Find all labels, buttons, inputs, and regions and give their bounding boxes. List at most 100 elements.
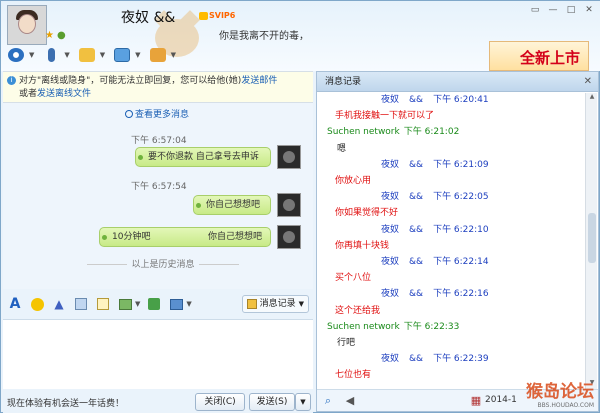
message-records-panel: 消息记录 ✕ 夜奴 && 下午 6:20:41 手机我接触一下就可以了 Suchen n… (316, 71, 599, 412)
my-avatar[interactable] (277, 145, 301, 169)
sender-name: 夜奴 (381, 224, 400, 235)
records-header: 消息记录 (317, 72, 598, 92)
chevron-down-icon[interactable]: ▼ (171, 51, 176, 59)
records-close-icon[interactable]: ✕ (584, 76, 592, 87)
sender-name: 夜奴 (381, 95, 400, 105)
history-button-label: 消息记录 (259, 299, 296, 309)
history-divider: 以上是历史消息 (63, 257, 263, 270)
records-footer: ⌕ ◀ ▦ 2014-1 猴岛论坛 BBS.HOUDAO.COM (317, 382, 598, 411)
message-time: 下午 6:20:41 (433, 95, 489, 105)
window-header: ★ ● 夜奴 && SVIP6 你是我离不开的毒， ▭ — □ ✕ ▼ ▼ ▼ … (1, 1, 600, 71)
top-toolbar: ▼ ▼ ▼ ▼ ▼ (5, 45, 176, 65)
sender-name: 夜奴 (381, 159, 400, 170)
music-icon[interactable] (146, 296, 162, 312)
contact-signature: 你是我离不开的毒， (219, 31, 309, 42)
chat-history: 查看更多消息 下午 6:57:04 要不你退款 自己拿号去申诉 下午 6:57:… (3, 103, 313, 289)
message-history-button[interactable]: 消息记录 ▼ (241, 295, 309, 313)
apps-button[interactable] (147, 45, 169, 65)
minimize-button[interactable]: — (547, 5, 559, 16)
screen-share-icon (114, 48, 131, 62)
sender-tag: && (409, 289, 424, 300)
sender-tag: && (409, 192, 424, 203)
more-messages-link[interactable]: 查看更多消息 (125, 107, 189, 120)
svip-label: SVIP6 (209, 11, 236, 20)
info-icon: i (7, 76, 16, 85)
sender-name: 夜奴 (381, 257, 400, 267)
message-time: 下午 6:57:04 (131, 136, 187, 146)
message-bubble: 你自己想想吧 (193, 195, 271, 215)
notice-text: 对方"离线或隐身"，可能无法立即回复，您可以给他(她) (19, 76, 242, 86)
screenshot-icon[interactable] (168, 296, 184, 312)
online-status-icon: ● (57, 30, 66, 41)
bottom-bar: 现在体验有机会送一年话费！ 关闭(C) 发送(S) ▼ (3, 391, 313, 413)
file-transfer-button[interactable] (76, 45, 98, 65)
camera-icon (8, 48, 24, 62)
message-bubble: 10分钟吧 你自己想想吧 (99, 227, 271, 247)
message-text: 你自己想想吧 (206, 200, 261, 210)
send-options-dropdown[interactable]: ▼ (295, 393, 311, 411)
my-avatar[interactable] (277, 225, 301, 249)
records-list: 夜奴 && 下午 6:20:41 手机我接触一下就可以了 Suchen network 下… (317, 93, 585, 389)
voice-call-button[interactable] (40, 45, 62, 65)
close-chat-button[interactable]: 关闭(C) (195, 393, 245, 411)
more-messages-label: 查看更多消息 (135, 110, 190, 120)
video-call-button[interactable] (5, 45, 27, 65)
close-button[interactable]: ✕ (583, 5, 595, 16)
bubble-dot (138, 155, 143, 160)
emoji-icon[interactable] (29, 296, 45, 312)
forum-watermark: 猴岛论坛 BBS.HOUDAO.COM (526, 377, 594, 409)
shake-icon[interactable] (73, 296, 89, 312)
bubble-dot (196, 203, 201, 208)
image-icon[interactable] (117, 296, 133, 312)
contact-nickname[interactable]: 夜奴 && (121, 7, 175, 27)
maximize-button[interactable]: □ (565, 5, 577, 16)
chevron-down-icon[interactable]: ▼ (64, 51, 69, 59)
avatar-face (18, 14, 36, 34)
chevron-down-icon[interactable]: ▼ (135, 300, 140, 308)
message-time: 下午 6:21:09 (433, 159, 489, 170)
magic-icon[interactable]: ▲ (51, 296, 67, 312)
promo-text[interactable]: 现在体验有机会送一年话费！ (7, 396, 124, 409)
skin-icon[interactable]: ▭ (529, 5, 541, 16)
send-offline-file-link[interactable]: 发送离线文件 (37, 89, 91, 99)
history-icon (246, 299, 257, 309)
send-email-link[interactable]: 发送邮件 (241, 76, 277, 86)
watermark-text: 猴岛论坛 (526, 382, 594, 402)
sender-name: 夜奴 (381, 354, 400, 365)
my-avatar[interactable] (277, 193, 301, 217)
send-button[interactable]: 发送(S) (249, 393, 295, 411)
message-text: 10分钟吧 (112, 232, 151, 242)
sender-name: Suchen network (327, 321, 400, 332)
contact-avatar[interactable] (7, 5, 47, 45)
sender-name: 夜奴 (381, 192, 400, 203)
svip-badge[interactable]: SVIP6 (199, 11, 235, 20)
scroll-up-icon[interactable]: ▲ (586, 93, 598, 103)
message-time: 下午 6:22:39 (433, 354, 489, 365)
crown-icon (199, 11, 208, 20)
watermark-url: BBS.HOUDAO.COM (537, 402, 594, 409)
message-time: 下午 6:22:33 (403, 321, 460, 332)
chevron-down-icon[interactable]: ▼ (186, 300, 191, 308)
chevron-down-icon[interactable]: ▼ (135, 51, 140, 59)
chat-window: ★ ● 夜奴 && SVIP6 你是我离不开的毒， ▭ — □ ✕ ▼ ▼ ▼ … (0, 0, 600, 413)
window-controls: ▭ — □ ✕ (529, 5, 595, 16)
message-text: 要不你退款 自己拿号去申诉 (148, 152, 259, 162)
message-input[interactable] (3, 319, 313, 389)
records-scrollbar[interactable]: ▲ ▼ (585, 93, 597, 389)
note-icon[interactable] (95, 296, 111, 312)
message-time: 下午 6:57:54 (131, 182, 187, 192)
volume-icon[interactable]: ◀ (343, 394, 357, 408)
status-icons: ★ ● (45, 31, 67, 41)
calendar-icon[interactable]: ▦ (469, 394, 483, 408)
sender-tag: && (409, 354, 424, 365)
remote-desktop-button[interactable] (111, 45, 133, 65)
font-icon[interactable]: A (7, 296, 23, 312)
ad-text: 全新上市 (519, 49, 580, 67)
records-date[interactable]: 2014-1 (485, 395, 517, 405)
search-icon[interactable]: ⌕ (321, 394, 335, 408)
scroll-thumb[interactable] (588, 213, 596, 263)
chevron-down-icon[interactable]: ▼ (29, 51, 34, 59)
ad-banner[interactable]: 全新上市 (489, 41, 589, 71)
chevron-down-icon[interactable]: ▼ (100, 51, 105, 59)
message-text: 你自己想想吧 (207, 232, 262, 242)
